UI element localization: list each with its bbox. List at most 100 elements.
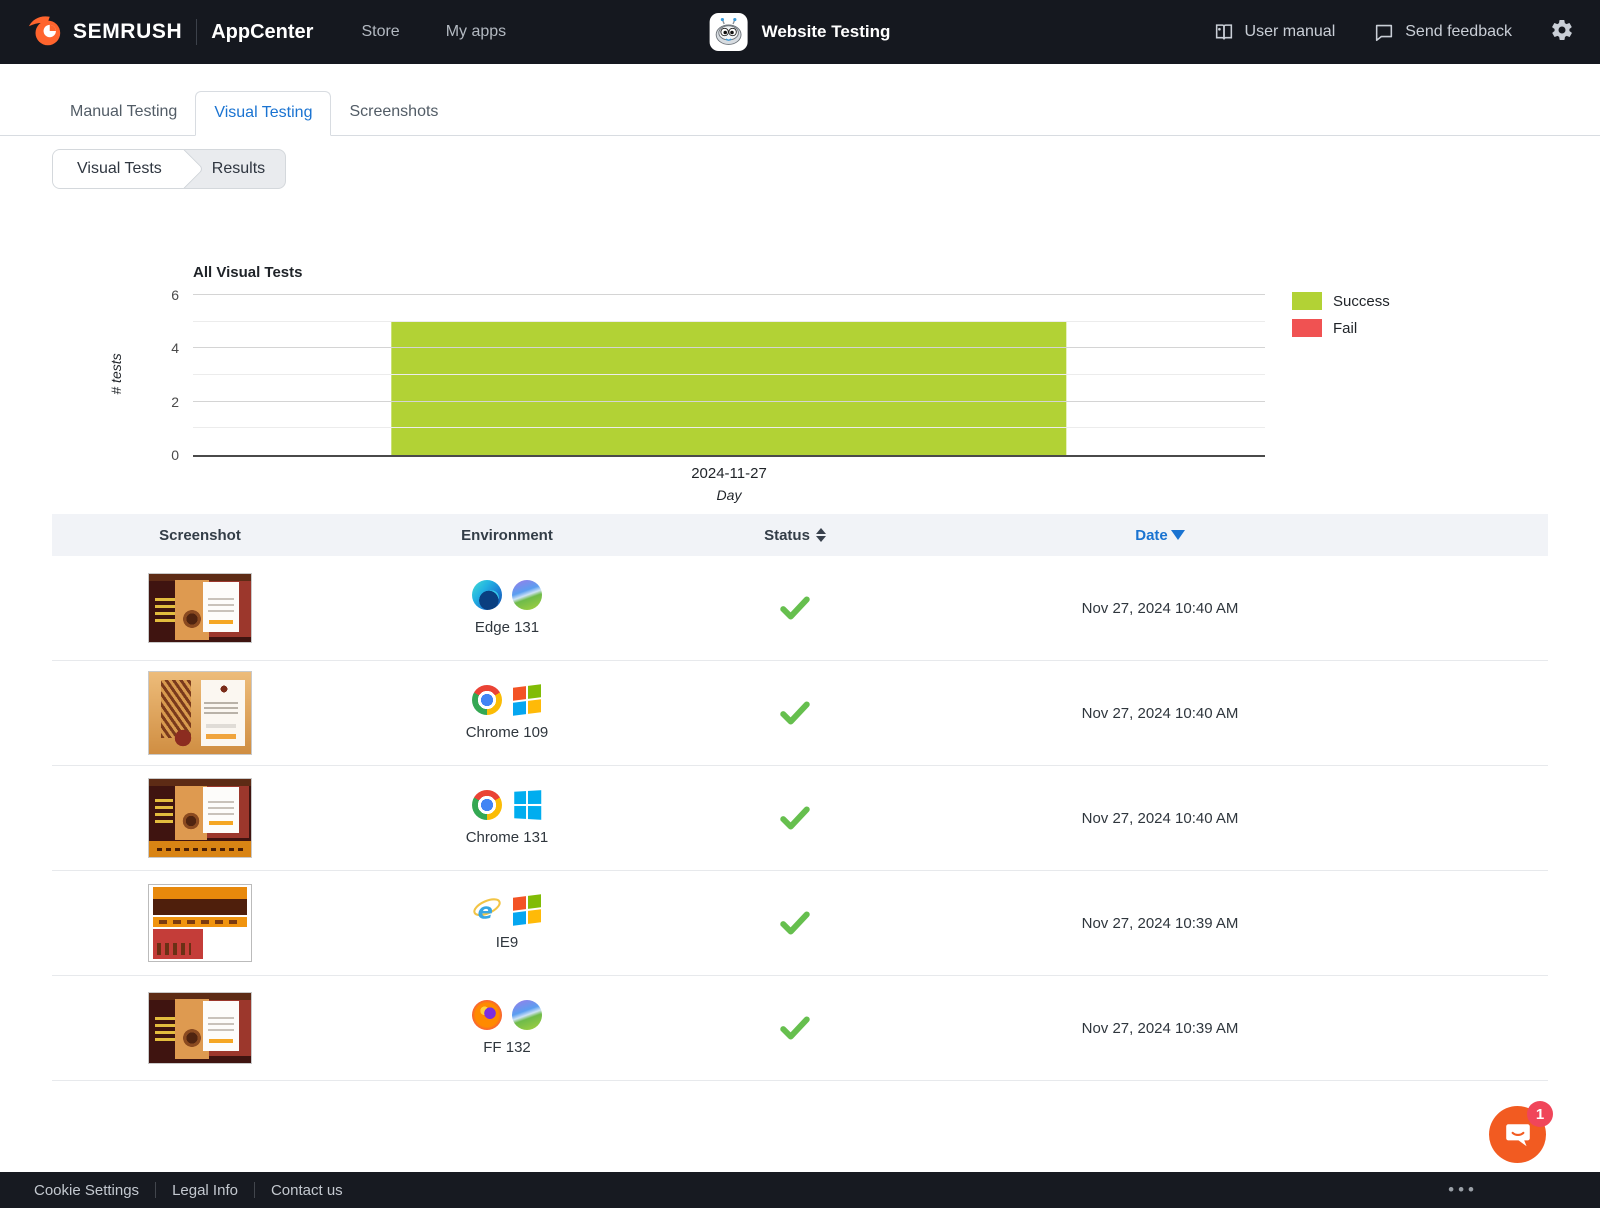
environment-label: Chrome 131 [466,829,549,846]
success-check-icon [780,701,810,725]
chrome-browser-icon [472,790,502,820]
legend-swatch-fail [1292,319,1322,337]
windows-legacy-icon [512,893,542,927]
visual-tests-chart: All Visual Tests # tests 0246 2024-11-27… [0,262,1600,504]
screenshot-thumbnail[interactable] [148,778,252,858]
macos-icon [512,580,542,610]
breadcrumb: Visual Tests Results [52,149,286,189]
test-date: Nov 27, 2024 10:40 AM [924,705,1396,722]
table-header: Screenshot Environment Status Date [52,514,1548,556]
book-icon [1213,21,1235,43]
nav-my-apps[interactable]: My apps [446,23,506,41]
status-header-label: Status [764,527,810,544]
windows-legacy-icon [512,683,542,717]
y-axis-tick-label: 2 [171,394,179,410]
screenshot-thumbnail[interactable] [148,573,252,643]
windows-modern-icon [513,789,542,821]
chart-legend: Success Fail [1292,292,1390,346]
sort-desc-icon [1171,530,1185,540]
environment-label: FF 132 [483,1039,531,1056]
environment-label: Edge 131 [475,619,539,636]
breadcrumb-visual-tests[interactable]: Visual Tests [53,150,184,188]
date-header-label: Date [1135,527,1168,544]
tab-screenshots[interactable]: Screenshots [331,91,456,135]
chart-title: All Visual Tests [193,264,303,281]
semrush-logo[interactable]: SEMRUSH [26,13,182,51]
footer-cookie-settings[interactable]: Cookie Settings [34,1182,155,1199]
y-axis-title: # tests [108,314,124,434]
screenshot-thumbnail[interactable] [148,992,252,1064]
feedback-bubble-icon [1373,21,1395,43]
environment-label: IE9 [496,934,519,951]
footer-contact-us[interactable]: Contact us [255,1182,359,1199]
column-header-environment: Environment [348,527,666,544]
test-date: Nov 27, 2024 10:39 AM [924,1020,1396,1037]
legend-label-success: Success [1333,293,1390,310]
table-row: Chrome 109 Nov 27, 2024 10:40 AM [52,661,1548,766]
success-check-icon [780,596,810,620]
user-manual-label: User manual [1245,23,1336,41]
nav-store[interactable]: Store [361,23,399,41]
test-date: Nov 27, 2024 10:39 AM [924,915,1396,932]
test-date: Nov 27, 2024 10:40 AM [924,810,1396,827]
main-tabs: Manual Testing Visual Testing Screenshot… [0,91,1600,136]
x-axis-tick-label: 2024-11-27 [193,465,1265,482]
gridline [193,427,1265,428]
tab-visual-testing[interactable]: Visual Testing [195,91,331,136]
environment-label: Chrome 109 [466,724,549,741]
header-nav: Store My apps [361,23,506,41]
svg-text:e: e [478,898,493,924]
table-row: FF 132 Nov 27, 2024 10:39 AM [52,976,1548,1081]
top-header: SEMRUSH AppCenter Store My apps Website … [0,0,1600,64]
test-date: Nov 27, 2024 10:40 AM [924,600,1396,617]
semrush-logo-icon [26,13,64,51]
y-axis-tick-label: 6 [171,287,179,303]
column-header-date[interactable]: Date [924,527,1396,544]
app-title-group: Website Testing [710,13,891,51]
chart-plot: 0246 [193,295,1265,457]
gridline [193,321,1265,322]
success-check-icon [780,911,810,935]
firefox-browser-icon [472,1000,502,1030]
sort-both-icon [816,528,826,542]
chrome-browser-icon [472,685,502,715]
suite-name[interactable]: AppCenter [211,21,313,44]
gridline [193,374,1265,375]
gridline [193,294,1265,295]
settings-gear-icon[interactable] [1550,18,1574,47]
table-row: Edge 131 Nov 27, 2024 10:40 AM [52,556,1548,661]
header-actions: User manual Send feedback [1213,18,1574,47]
chat-widget-button[interactable]: 1 [1489,1106,1546,1163]
legend-label-fail: Fail [1333,320,1357,337]
column-header-status[interactable]: Status [666,527,924,544]
macos-icon [512,1000,542,1030]
chat-bubble-icon [1503,1120,1533,1150]
success-bar[interactable] [391,322,1066,455]
results-table: Screenshot Environment Status Date Edge … [52,514,1548,1081]
screenshot-thumbnail[interactable] [148,884,252,962]
chat-unread-badge: 1 [1527,1101,1553,1127]
edge-browser-icon [472,580,502,610]
gridline [193,347,1265,348]
success-check-icon [780,806,810,830]
table-row: e IE9 Nov 27, 2024 10:39 AM [52,871,1548,976]
tab-manual-testing[interactable]: Manual Testing [52,91,195,135]
x-axis-title: Day [193,487,1265,503]
send-feedback-button[interactable]: Send feedback [1373,21,1512,43]
y-axis-tick-label: 4 [171,340,179,356]
user-manual-button[interactable]: User manual [1213,21,1336,43]
legend-swatch-success [1292,292,1322,310]
send-feedback-label: Send feedback [1405,23,1512,41]
screenshot-thumbnail[interactable] [148,671,252,755]
app-title: Website Testing [762,22,891,42]
gridline [193,401,1265,402]
page-footer: Cookie Settings Legal Info Contact us ••… [0,1172,1600,1208]
robot-app-icon [710,13,748,51]
success-check-icon [780,1016,810,1040]
table-row: Chrome 131 Nov 27, 2024 10:40 AM [52,766,1548,871]
legend-item-fail: Fail [1292,319,1390,337]
footer-overflow-dots[interactable]: ••• [1448,1180,1478,1200]
legend-item-success: Success [1292,292,1390,310]
y-axis-tick-label: 0 [171,447,179,463]
footer-legal-info[interactable]: Legal Info [156,1182,254,1199]
